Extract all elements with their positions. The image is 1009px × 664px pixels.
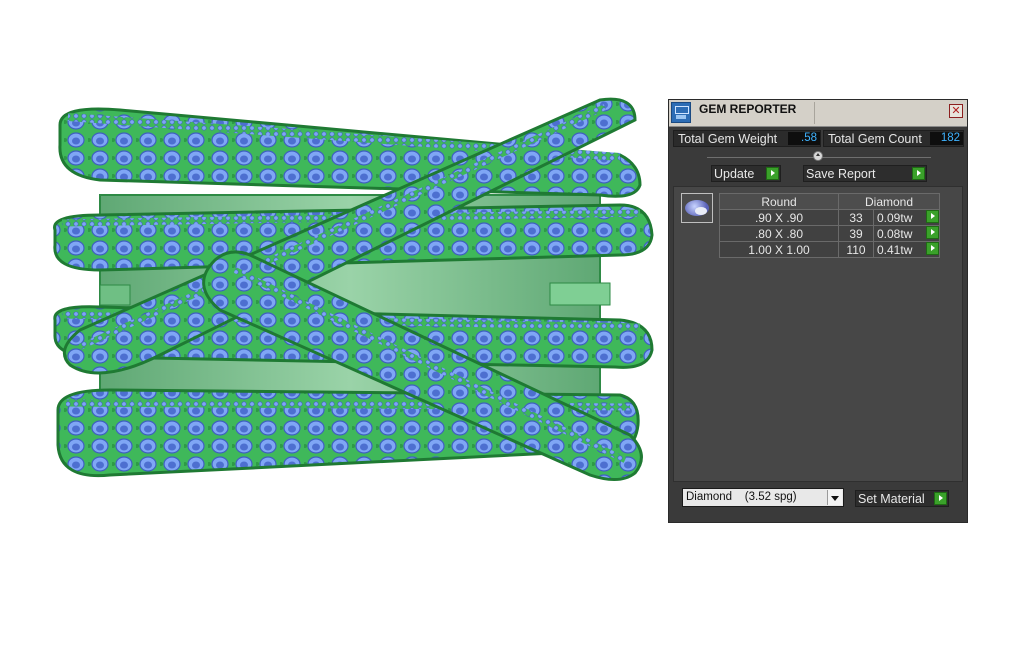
play-arrow-icon[interactable]	[926, 210, 939, 223]
gem-weight: 0.41tw	[877, 242, 913, 257]
gem-count: 33	[838, 209, 874, 226]
gem-size: .90 X .90	[719, 209, 839, 226]
collapse-toggle-icon[interactable]	[813, 151, 823, 161]
gem-size: 1.00 X 1.00	[719, 241, 839, 258]
table-header-row: Round Diamond	[719, 193, 940, 210]
dropdown-arrow-icon[interactable]	[827, 490, 842, 505]
gem-weight: 0.08tw	[877, 226, 913, 241]
close-icon[interactable]: ✕	[949, 104, 963, 118]
gem-reporter-panel: GEM REPORTER ✕ Total Gem Weight .58 Tota…	[668, 99, 968, 523]
play-arrow-icon	[934, 492, 947, 505]
title-separator	[814, 102, 815, 124]
title-bar[interactable]: GEM REPORTER ✕	[669, 100, 967, 127]
save-report-button-label: Save Report	[806, 167, 876, 181]
play-arrow-icon[interactable]	[926, 226, 939, 239]
gem-weight-cell: 0.09tw	[873, 209, 940, 226]
total-gem-count: Total Gem Count 182	[823, 130, 964, 147]
table-row[interactable]: 1.00 X 1.00 110 0.41tw	[719, 241, 940, 258]
update-button-label: Update	[714, 167, 755, 181]
total-gem-weight-value: .58	[788, 132, 820, 145]
gem-weight-cell: 0.41tw	[873, 241, 940, 258]
total-gem-weight: Total Gem Weight .58	[673, 130, 821, 147]
table-row[interactable]: .90 X .90 33 0.09tw	[719, 209, 940, 226]
total-gem-count-value: 182	[930, 132, 963, 145]
play-arrow-icon	[766, 167, 779, 180]
gem-count: 110	[838, 241, 874, 258]
column-header-shape: Round	[719, 193, 839, 210]
3d-viewport[interactable]	[0, 0, 665, 664]
gem-reporter-app-icon	[671, 102, 691, 123]
play-arrow-icon	[912, 167, 925, 180]
panel-title: GEM REPORTER	[699, 102, 797, 116]
material-select-value: Diamond (3.52 spg)	[686, 491, 797, 503]
save-report-button[interactable]: Save Report	[803, 165, 927, 182]
update-button[interactable]: Update	[711, 165, 781, 182]
table-row[interactable]: .80 X .80 39 0.08tw	[719, 225, 940, 242]
material-select[interactable]: Diamond (3.52 spg)	[682, 488, 844, 507]
set-material-button[interactable]: Set Material	[855, 490, 949, 507]
round-gem-icon[interactable]	[681, 193, 713, 223]
total-gem-weight-label: Total Gem Weight	[678, 132, 778, 146]
gem-table: Round Diamond .90 X .90 33 0.09tw .80 X …	[719, 193, 940, 258]
report-area: Round Diamond .90 X .90 33 0.09tw .80 X …	[673, 186, 963, 482]
total-gem-count-label: Total Gem Count	[828, 132, 922, 146]
set-material-button-label: Set Material	[858, 492, 925, 506]
column-header-material: Diamond	[838, 193, 940, 210]
ring-model	[53, 97, 654, 481]
play-arrow-icon[interactable]	[926, 242, 939, 255]
gem-weight-cell: 0.08tw	[873, 225, 940, 242]
gem-size: .80 X .80	[719, 225, 839, 242]
gem-count: 39	[838, 225, 874, 242]
gem-weight: 0.09tw	[877, 210, 913, 225]
